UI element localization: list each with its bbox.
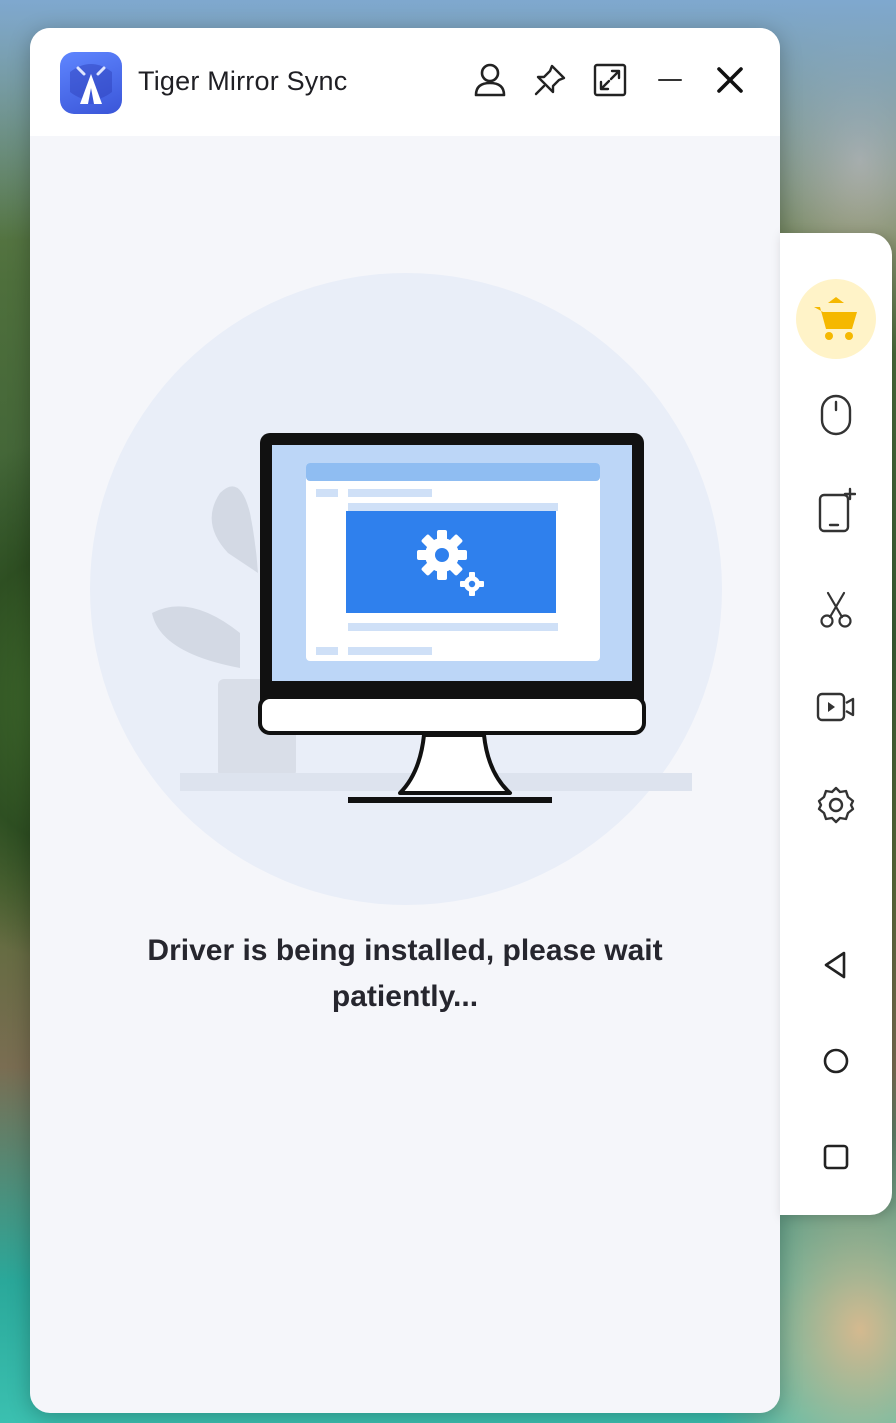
home-nav-button[interactable] — [796, 1023, 876, 1103]
fullscreen-button[interactable] — [586, 56, 634, 108]
settings-button[interactable] — [796, 767, 876, 847]
settings-icon — [816, 785, 856, 830]
account-button[interactable] — [466, 56, 514, 108]
fullscreen-icon — [592, 62, 628, 103]
mouse-icon — [819, 393, 853, 442]
shop-cart-icon — [796, 278, 876, 364]
status-line-2: patiently... — [331, 980, 479, 1013]
back-nav-icon — [820, 949, 852, 986]
back-nav-button[interactable] — [796, 927, 876, 1007]
app-window: Tiger Mirror Sync Driver is being instal… — [30, 28, 780, 1413]
pin-icon — [532, 62, 568, 103]
scissors-icon — [818, 589, 854, 634]
pin-button[interactable] — [526, 56, 574, 108]
title-bar[interactable]: Tiger Mirror Sync — [30, 28, 780, 136]
add-device-button[interactable] — [796, 473, 876, 553]
minimize-button[interactable] — [646, 56, 694, 108]
close-icon — [715, 65, 745, 100]
home-nav-icon — [820, 1045, 852, 1082]
mouse-control-button[interactable] — [796, 377, 876, 457]
install-status-message: Driver is being installed, please wait p… — [30, 928, 780, 1020]
account-icon — [473, 62, 507, 103]
app-logo-icon — [60, 52, 122, 114]
recents-nav-button[interactable] — [796, 1119, 876, 1199]
screenshot-button[interactable] — [796, 571, 876, 651]
add-device-icon — [816, 487, 857, 540]
close-button[interactable] — [706, 56, 754, 108]
screen-record-button[interactable] — [796, 669, 876, 749]
status-line-1: Driver is being installed, please wait — [147, 934, 663, 967]
shop-button[interactable] — [796, 278, 876, 364]
tool-sidebar — [780, 233, 892, 1215]
installing-illustration — [90, 273, 722, 905]
screen-record-icon — [816, 691, 856, 728]
app-title: Tiger Mirror Sync — [138, 66, 348, 96]
minimize-icon — [655, 65, 685, 100]
recents-nav-icon — [820, 1141, 852, 1178]
